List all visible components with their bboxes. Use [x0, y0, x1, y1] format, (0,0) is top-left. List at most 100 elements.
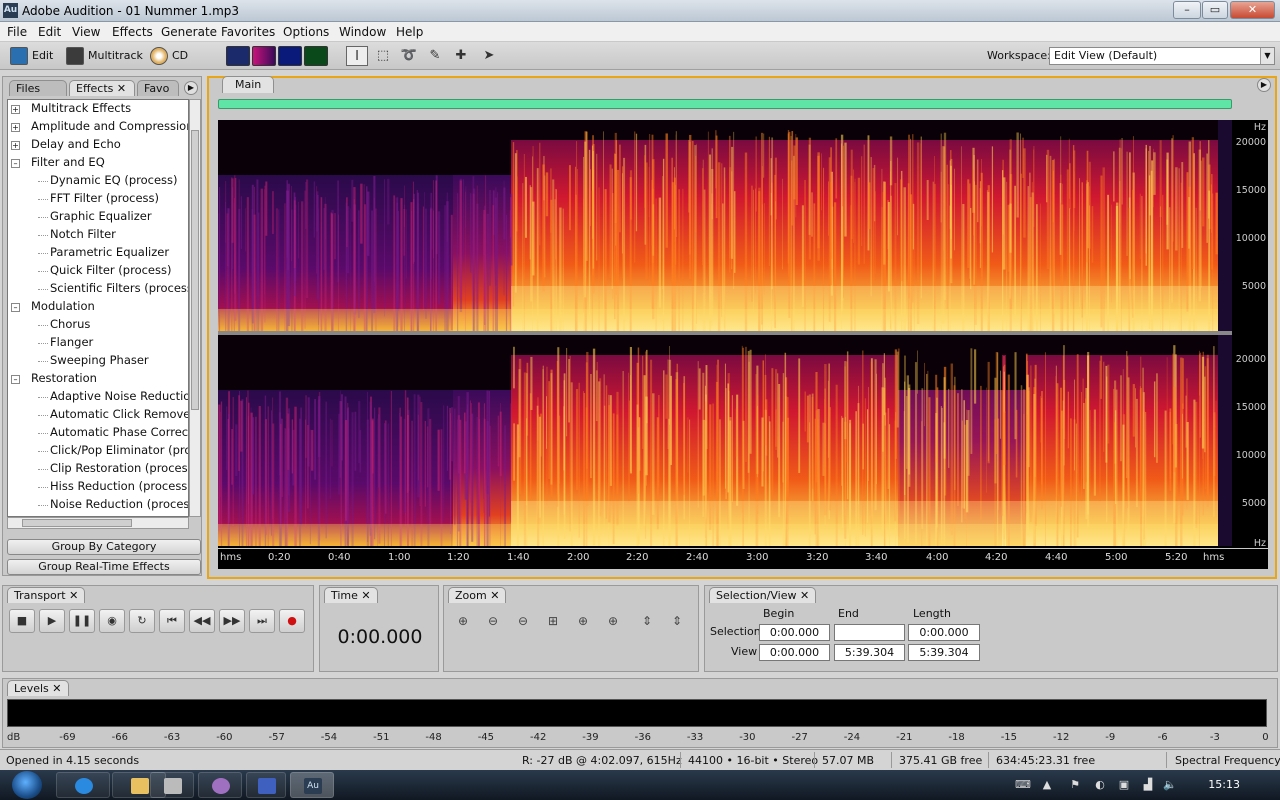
zoom-out-amplitude-icon[interactable]: ⊖: [482, 611, 504, 631]
go-to-start-button[interactable]: ⏮: [159, 609, 185, 633]
tree-category[interactable]: Modulation: [31, 299, 95, 313]
panel-menu-icon[interactable]: ▶: [184, 81, 198, 95]
keyboard-icon[interactable]: ⌨: [1015, 778, 1031, 792]
rewind-button[interactable]: ◀◀: [189, 609, 215, 633]
tray-app-icon[interactable]: ◐: [1093, 778, 1107, 792]
view-begin-field[interactable]: 0:00.000: [759, 644, 830, 661]
edit-view-button[interactable]: Edit: [10, 46, 53, 66]
scroll-thumb[interactable]: [191, 130, 199, 410]
multitrack-view-button[interactable]: Multitrack: [66, 46, 143, 66]
tree-effect-item[interactable]: Dynamic EQ (process): [50, 173, 178, 187]
menu-favorites[interactable]: Favorites: [221, 25, 275, 39]
tree-effect-item[interactable]: Flanger: [50, 335, 93, 349]
tree-expander-icon[interactable]: –: [11, 159, 20, 168]
menu-effects[interactable]: Effects: [112, 25, 153, 39]
tab-time[interactable]: Time ✕: [324, 587, 378, 603]
time-selection-tool-icon[interactable]: I: [346, 46, 368, 66]
tree-effect-item[interactable]: Scientific Filters (process): [50, 281, 188, 295]
tree-expander-icon[interactable]: +: [11, 141, 20, 150]
tree-effect-item[interactable]: Graphic Equalizer: [50, 209, 152, 223]
tree-effect-item[interactable]: Sweeping Phaser: [50, 353, 149, 367]
tree-category[interactable]: Multitrack Effects: [31, 101, 131, 115]
start-button[interactable]: [12, 771, 42, 799]
zoom-in-amplitude-icon[interactable]: ⊕: [452, 611, 474, 631]
menu-window[interactable]: Window: [339, 25, 386, 39]
tree-horizontal-scrollbar[interactable]: [7, 517, 189, 529]
show-hidden-icons-chevron-icon[interactable]: ▲: [1040, 778, 1054, 792]
tab-files[interactable]: Files: [9, 80, 67, 96]
close-icon[interactable]: ✕: [52, 682, 61, 695]
tree-effect-item[interactable]: Noise Reduction (process): [50, 497, 188, 511]
waveform-view-button[interactable]: [226, 46, 250, 66]
zoom-left-edge-icon[interactable]: ⊕: [572, 611, 594, 631]
play-button[interactable]: ▶: [39, 609, 65, 633]
tree-effect-item[interactable]: Clip Restoration (process): [50, 461, 188, 475]
group-by-category-button[interactable]: Group By Category: [7, 539, 201, 555]
lasso-tool-icon[interactable]: ➰: [398, 46, 420, 66]
tree-expander-icon[interactable]: –: [11, 303, 20, 312]
menu-edit[interactable]: Edit: [38, 25, 61, 39]
spectral-frequency-view-button[interactable]: [252, 46, 276, 66]
tab-selection-view[interactable]: Selection/View ✕: [709, 587, 817, 603]
action-center-flag-icon[interactable]: ⚑: [1068, 778, 1082, 792]
taskbar-save-app[interactable]: [246, 772, 286, 798]
view-length-field[interactable]: 5:39.304: [908, 644, 980, 661]
tree-effect-item[interactable]: Automatic Click Remover: [50, 407, 188, 421]
channel-right-spectrogram[interactable]: [218, 335, 1232, 546]
tree-expander-icon[interactable]: –: [11, 375, 20, 384]
tree-effect-item[interactable]: Quick Filter (process): [50, 263, 171, 277]
tree-effect-item[interactable]: FFT Filter (process): [50, 191, 159, 205]
taskbar-camera-app[interactable]: [150, 772, 194, 798]
tree-effect-item[interactable]: Parametric Equalizer: [50, 245, 169, 259]
group-realtime-effects-button[interactable]: Group Real-Time Effects: [7, 559, 201, 575]
zoom-out-vertical-icon[interactable]: ⇕: [666, 611, 688, 631]
tree-effect-item[interactable]: Adaptive Noise Reduction: [50, 389, 188, 403]
channel-left-spectrogram[interactable]: [218, 120, 1232, 331]
stop-button[interactable]: ■: [9, 609, 35, 633]
scroll-thumb[interactable]: [22, 519, 132, 527]
zoom-selection-icon[interactable]: ⊞: [542, 611, 564, 631]
zoom-right-edge-icon[interactable]: ⊕: [602, 611, 624, 631]
taskbar-internet-explorer[interactable]: [56, 772, 110, 798]
cd-view-button[interactable]: CD: [150, 46, 188, 66]
tab-effects[interactable]: Effects ✕: [69, 80, 135, 96]
tab-main[interactable]: Main: [222, 76, 275, 93]
tree-expander-icon[interactable]: +: [11, 123, 20, 132]
close-button[interactable]: ✕: [1230, 1, 1275, 19]
minimize-button[interactable]: –: [1173, 1, 1201, 19]
marquee-tool-icon[interactable]: ⬚: [372, 46, 394, 66]
close-icon[interactable]: ✕: [69, 589, 78, 602]
spot-healing-brush-icon[interactable]: ✚: [450, 46, 472, 66]
view-end-field[interactable]: 5:39.304: [834, 644, 905, 661]
selection-length-field[interactable]: 0:00.000: [908, 624, 980, 641]
tab-levels[interactable]: Levels ✕: [7, 680, 69, 696]
zoom-in-vertical-icon[interactable]: ⇕: [636, 611, 658, 631]
tab-favorites[interactable]: Favo: [137, 80, 179, 96]
tree-vertical-scrollbar[interactable]: [189, 99, 201, 517]
tree-category[interactable]: Amplitude and Compression: [31, 119, 188, 133]
taskbar-clock[interactable]: 15:13: [1208, 778, 1240, 791]
zoom-out-full-icon[interactable]: ⊖: [512, 611, 534, 631]
tree-category[interactable]: Restoration: [31, 371, 97, 385]
effects-paintbrush-icon[interactable]: ✎: [424, 46, 446, 66]
tree-effect-item[interactable]: Chorus: [50, 317, 90, 331]
tab-transport[interactable]: Transport ✕: [7, 587, 86, 603]
zoom-overview-bar[interactable]: [218, 99, 1232, 109]
panel-menu-icon[interactable]: ▶: [1257, 78, 1271, 92]
pause-button[interactable]: ❚❚: [69, 609, 95, 633]
close-icon[interactable]: ✕: [800, 589, 809, 602]
spectral-display[interactable]: Hz 20000 15000 10000 5000 20000 15000 10…: [218, 120, 1268, 549]
spectral-phase-view-button[interactable]: [304, 46, 328, 66]
taskbar-adobe-audition[interactable]: Au: [290, 772, 334, 798]
network-signal-icon[interactable]: ▟: [1141, 778, 1155, 792]
selection-end-field[interactable]: [834, 624, 905, 641]
menu-options[interactable]: Options: [283, 25, 329, 39]
taskbar-media-app[interactable]: [198, 772, 242, 798]
spectral-pan-view-button[interactable]: [278, 46, 302, 66]
maximize-button[interactable]: ▭: [1202, 1, 1228, 19]
tray-device-icon[interactable]: ▣: [1117, 778, 1131, 792]
fast-forward-button[interactable]: ▶▶: [219, 609, 245, 633]
selection-begin-field[interactable]: 0:00.000: [759, 624, 830, 641]
tree-category[interactable]: Delay and Echo: [31, 137, 121, 151]
tree-expander-icon[interactable]: +: [11, 105, 20, 114]
